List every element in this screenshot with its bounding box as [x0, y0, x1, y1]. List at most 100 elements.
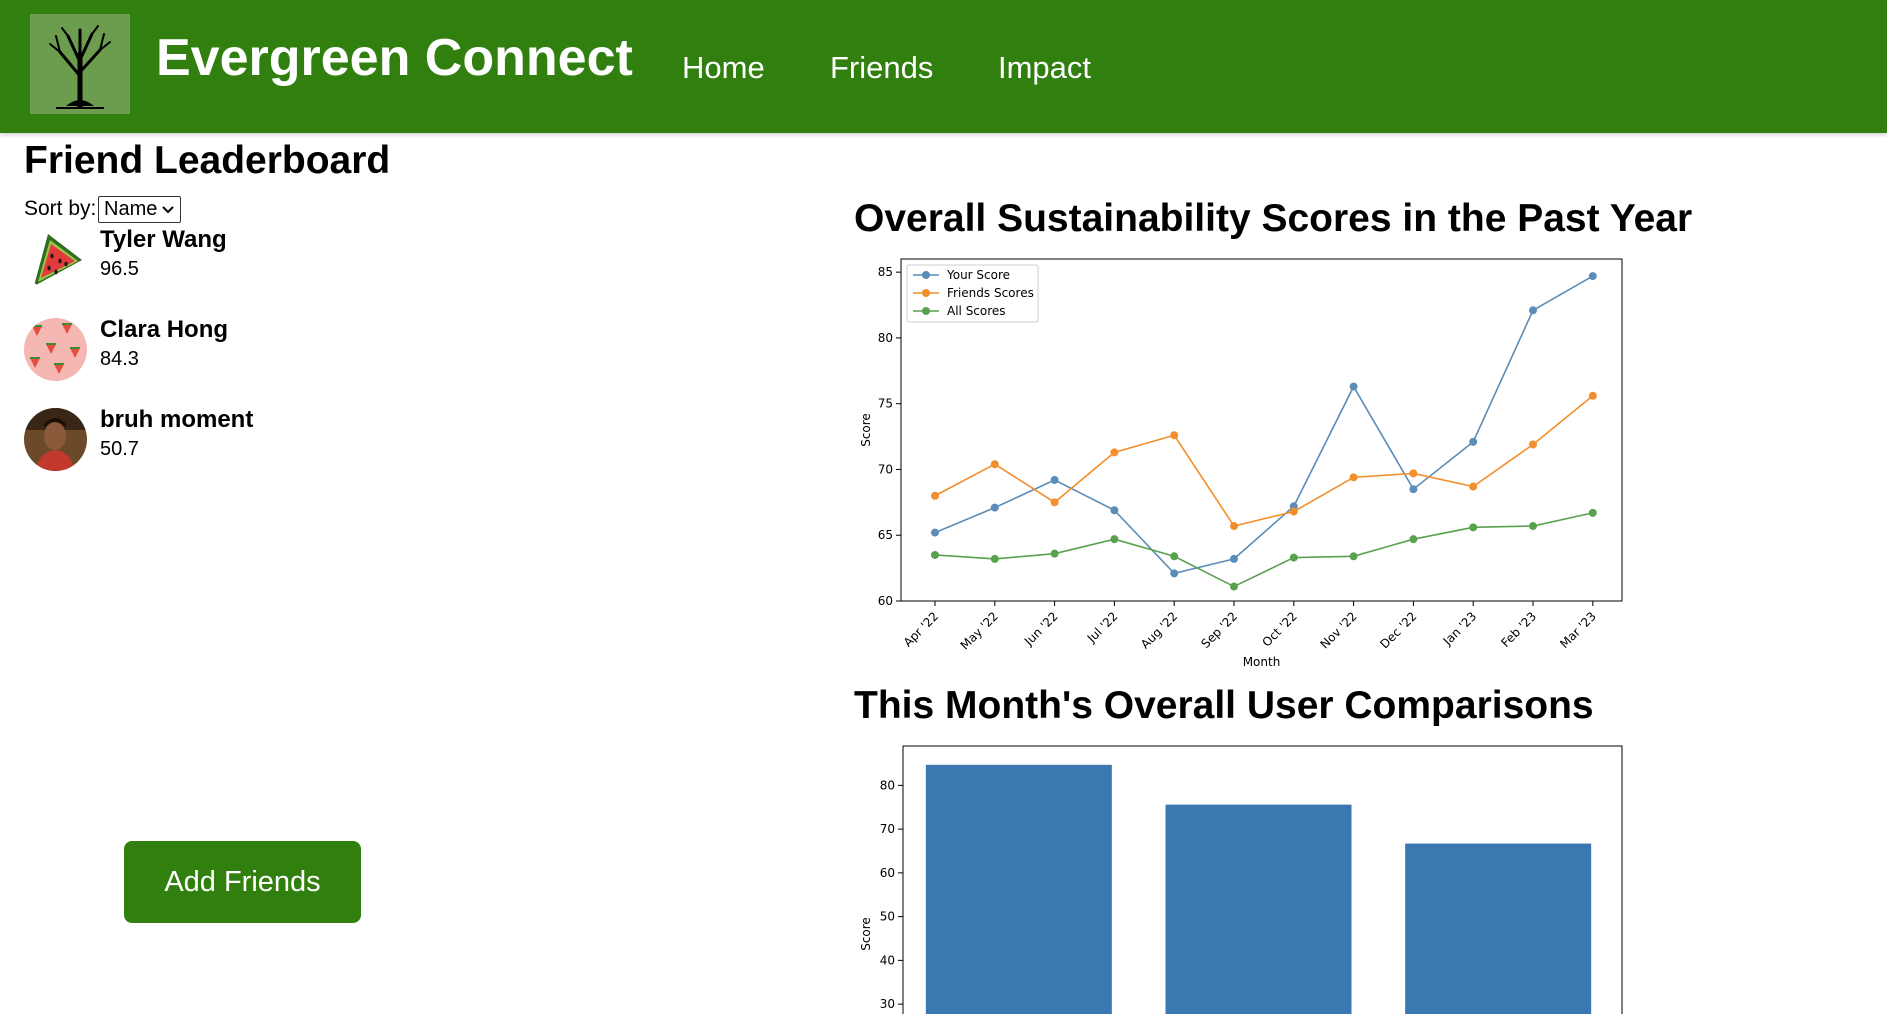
data-point [1529, 440, 1537, 449]
friend-name: Tyler Wang [100, 226, 227, 253]
y-tick-label: 60 [878, 594, 893, 608]
data-point [1110, 448, 1119, 457]
data-point [1588, 508, 1597, 517]
y-tick-label: 70 [878, 462, 893, 476]
bar [1165, 804, 1352, 1014]
y-tick-label: 85 [878, 265, 893, 279]
x-tick-label: Apr '22 [901, 609, 941, 649]
legend-marker [922, 289, 930, 297]
data-point [1529, 306, 1537, 315]
legend-marker [922, 307, 930, 315]
data-point [1289, 507, 1298, 516]
friend-item[interactable]: bruh moment 50.7 [24, 406, 424, 478]
y-tick-label: 60 [880, 866, 895, 880]
bar [925, 764, 1112, 1014]
data-point [1170, 569, 1179, 578]
data-point [1409, 485, 1418, 494]
chevron-down-icon [162, 206, 174, 214]
y-axis-label: Score [859, 413, 873, 447]
bar [1405, 843, 1592, 1014]
y-tick-label: 50 [880, 910, 895, 924]
data-point [931, 491, 939, 500]
watermelon-pattern-avatar-icon [24, 318, 87, 381]
data-point [1588, 391, 1597, 400]
friend-score: 84.3 [100, 348, 139, 370]
y-tick-label: 75 [878, 397, 893, 411]
bar-chart-title: This Month's Overall User Comparisons [854, 684, 1594, 727]
y-tick-label: 80 [880, 778, 895, 792]
friend-score: 50.7 [100, 438, 139, 460]
user-comparison-bar-chart: 30 40 50 60 70 80 Score [859, 745, 1623, 1014]
x-tick-label: Jan '23 [1440, 609, 1480, 649]
legend-marker [922, 271, 930, 279]
data-point [1170, 431, 1179, 440]
y-tick-label: 80 [878, 331, 893, 345]
tree-icon [49, 25, 111, 109]
data-point [931, 550, 939, 559]
legend-label: Friends Scores [947, 286, 1034, 300]
watermelon-avatar-icon [24, 228, 87, 291]
sort-by-select[interactable]: Name [98, 196, 181, 223]
friend-name: Clara Hong [100, 316, 229, 343]
nav-friends[interactable]: Friends [830, 50, 933, 86]
avatar [24, 408, 87, 471]
friend-item[interactable]: Clara Hong 84.3 [24, 316, 424, 388]
friend-name: bruh moment [100, 406, 254, 433]
data-point [1110, 506, 1119, 515]
x-tick-label: Jul '22 [1084, 609, 1121, 646]
data-point [1110, 535, 1119, 544]
y-tick-label: 30 [880, 997, 895, 1011]
avatar [24, 228, 87, 291]
data-point [1349, 552, 1358, 561]
data-point [1050, 549, 1059, 558]
data-point [1469, 437, 1478, 446]
data-point [1230, 554, 1238, 563]
y-tick-label: 65 [878, 528, 893, 542]
x-axis-label: Month [1243, 655, 1281, 669]
avatar [24, 318, 87, 381]
add-friends-button[interactable]: Add Friends [124, 841, 361, 923]
x-tick-label: Feb '23 [1498, 609, 1539, 650]
y-tick-label: 40 [880, 953, 895, 967]
legend-label: Your Score [946, 268, 1010, 282]
x-tick-label: Nov '22 [1317, 609, 1359, 651]
data-point [1469, 523, 1478, 532]
nav-home[interactable]: Home [682, 50, 765, 86]
friend-score: 96.5 [100, 258, 139, 280]
data-point [1349, 382, 1358, 391]
data-point [1289, 553, 1298, 562]
nav-impact[interactable]: Impact [998, 50, 1091, 86]
data-point [931, 528, 939, 537]
data-point [1469, 482, 1478, 491]
data-point [1588, 272, 1597, 281]
data-point [990, 460, 999, 469]
y-axis-label: Score [859, 917, 873, 951]
x-tick-label: Aug '22 [1138, 609, 1180, 651]
sort-by-value: Name [104, 198, 158, 220]
data-point [990, 554, 999, 563]
data-point [990, 503, 999, 512]
x-tick-label: Jun '22 [1021, 609, 1061, 649]
y-tick-label: 70 [880, 822, 895, 836]
data-point [1050, 475, 1059, 484]
logo[interactable] [30, 14, 130, 114]
x-tick-label: Dec '22 [1377, 609, 1419, 651]
person-avatar-icon [24, 408, 87, 471]
data-point [1050, 498, 1059, 507]
x-tick-label: Oct '22 [1260, 609, 1300, 649]
sort-by-label: Sort by: [24, 197, 97, 220]
data-point [1409, 469, 1418, 478]
data-point [1230, 522, 1238, 531]
line-chart-title: Overall Sustainability Scores in the Pas… [854, 197, 1693, 240]
data-point [1230, 582, 1238, 591]
sustainability-line-chart: 60 65 70 75 80 85 Apr '22 May '22 Jun '22 Jul '22… [859, 258, 1623, 669]
data-point [1349, 473, 1358, 482]
x-tick-label: May '22 [958, 609, 1001, 652]
friend-item[interactable]: Tyler Wang 96.5 [24, 226, 424, 298]
legend-label: All Scores [947, 304, 1006, 318]
top-navigation-bar: Evergreen Connect Home Friends Impact [0, 0, 1887, 133]
x-tick-label: Sep '22 [1198, 609, 1240, 651]
data-point [1409, 535, 1418, 544]
app-brand-title: Evergreen Connect [156, 29, 633, 87]
data-point [1529, 522, 1537, 531]
